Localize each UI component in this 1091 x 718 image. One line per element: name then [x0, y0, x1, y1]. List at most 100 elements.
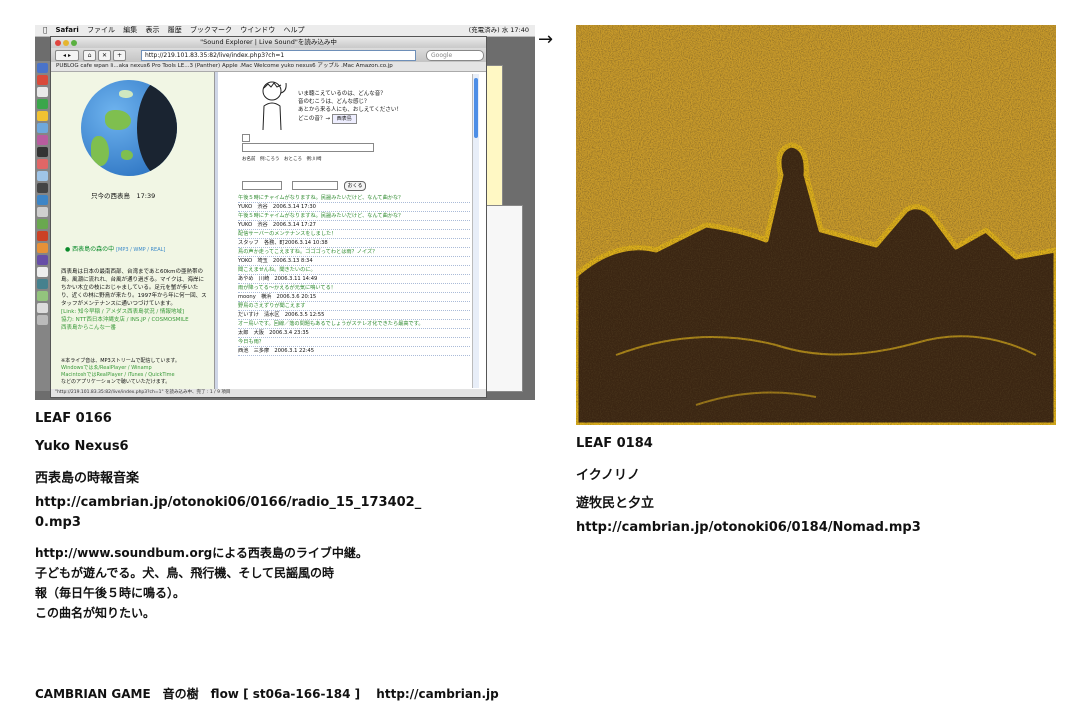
flow-arrow: → — [538, 29, 554, 50]
nomad-silhouette-image — [576, 25, 1056, 425]
stop-icon[interactable]: ✕ — [98, 50, 111, 61]
background-window — [481, 205, 523, 392]
right-leaf-url[interactable]: http://cambrian.jp/otonoki06/0184/Nomad.… — [576, 520, 921, 535]
dock-app-icon — [37, 279, 48, 289]
menu-help: ヘルプ — [279, 26, 304, 34]
comment-row: YOKO 埼玉 2006.3.13 8:34 — [238, 257, 470, 266]
dock-app-icon — [37, 267, 48, 277]
left-leaf-url[interactable]: http://cambrian.jp/otonoki06/0166/radio_… — [35, 495, 421, 510]
dock-app-icon — [37, 219, 48, 229]
send-button[interactable]: おくる — [344, 181, 366, 191]
comment-row: 今日も雨？ — [238, 338, 470, 347]
dock-app-icon — [37, 303, 48, 313]
google-search-field[interactable]: Google — [426, 50, 484, 61]
window-title: "Sound Explorer | Live Sound"を読み込み中 — [200, 38, 337, 46]
menubar-status: (充電済み) 水 17:40 — [468, 26, 529, 34]
comment-row: あやめ 川崎 2006.3.11 14:49 — [238, 275, 470, 284]
browser-toolbar: ◂ ▸ ⌂ ✕ + http://219.101.83.35:82/live/i… — [51, 48, 486, 62]
safari-screenshot:  Safari ファイル 編集 表示 履歴 ブックマーク ウインドウ ヘルプ … — [35, 25, 535, 400]
address-bar[interactable]: http://219.101.83.35:82/live/index.php3?… — [141, 50, 416, 61]
dock-app-icon — [37, 171, 48, 181]
comment-prompt: いま聴こえているのは、どんな音？ 音のむこうは、どんな感じ？ あとから来る人にも… — [298, 91, 402, 124]
comment-row: 配信サーバーのメンテナンスをしました！ — [238, 230, 470, 239]
menu-file: ファイル — [82, 26, 115, 34]
dock-app-icon — [37, 183, 48, 193]
comment-input[interactable] — [242, 143, 374, 152]
left-leaf-title: 西表島の時報音楽 — [35, 471, 140, 486]
comment-row: スタッフ 各務、町2006.3.14 10:38 — [238, 239, 470, 248]
dock-app-icon — [37, 123, 48, 133]
footer-credit: CAMBRIAN GAME 音の樹 flow [ st06a-166-184 ]… — [35, 687, 499, 701]
comment-row: 聞こえませんね。聞きたいのに。 — [238, 266, 470, 275]
dock-app-icon — [37, 99, 48, 109]
dock-app-icon — [37, 315, 48, 325]
island-description: 西表島は日本の最南西部、台湾まであと60kmの亜熱帯の島。風潮に流れれ、台風が通… — [61, 268, 209, 332]
right-panel: いま聴こえているのは、どんな音？ 音のむこうは、どんな感じ？ あとから来る人にも… — [218, 72, 480, 392]
dock-app-icon — [37, 291, 48, 301]
dock-app-icon — [37, 243, 48, 253]
dock-app-icon — [37, 255, 48, 265]
live-stream-link[interactable]: ● 西表島の森の中 [MP3 / WMP / REAL] — [65, 244, 165, 253]
dock — [35, 61, 50, 391]
dock-app-icon — [37, 195, 48, 205]
dock-app-icon — [37, 231, 48, 241]
left-leaf-url-continued[interactable]: 0.mp3 — [35, 515, 81, 530]
left-leaf-id: LEAF 0166 — [35, 411, 112, 426]
apple-icon:  — [43, 25, 47, 36]
bookmarks-bar[interactable]: PUBLOG cafe wpan li...aka nexus6 Pro Too… — [51, 62, 486, 72]
dock-app-icon — [37, 87, 48, 97]
safari-window: "Sound Explorer | Live Sound"を読み込み中 ◂ ▸ … — [50, 36, 487, 398]
stream-note: ※本ライブ音は、MP3ストリームで配信しています。 Windowsではゑ/Rea… — [61, 358, 180, 385]
comment-row: だいすけ 清水区 2006.3.5 12:55 — [238, 311, 470, 320]
listening-person-icon — [262, 81, 287, 131]
comment-row: 西池 三多摩 2006.3.1 22:45 — [238, 347, 470, 356]
comment-row: 午後５時にチャイムがなりますね。民謡みたいだけど、なんて曲かな？ — [238, 194, 470, 203]
right-leaf-id: LEAF 0184 — [576, 436, 653, 451]
zoom-icon[interactable] — [71, 40, 77, 46]
comment-checkbox[interactable] — [242, 134, 250, 142]
menu-history: 履歴 — [163, 26, 182, 34]
scrollbar[interactable] — [472, 74, 479, 388]
home-icon[interactable]: ⌂ — [83, 50, 96, 61]
dock-app-icon — [37, 135, 48, 145]
dock-app-icon — [37, 159, 48, 169]
name-input[interactable] — [242, 181, 282, 190]
dock-app-icon — [37, 63, 48, 73]
silhouette-artwork — [576, 25, 1056, 425]
comment-row: YUKO 渋谷 2006.3.14 17:30 — [238, 203, 470, 212]
page-content: 只今の西表島 17:39 ● 西表島の森の中 [MP3 / WMP / REAL… — [51, 72, 486, 392]
dock-app-icon — [37, 147, 48, 157]
credit-line[interactable]: 協力: NTT西日本沖縄支店 / INS.JP / COSMOSMILE — [61, 316, 209, 324]
left-panel: 只今の西表島 17:39 ● 西表島の森の中 [MP3 / WMP / REAL… — [51, 72, 214, 392]
form-labels: お名前 例:ころう おところ 例:川崎 — [242, 157, 322, 162]
stream-format-links[interactable]: [MP3 / WMP / REAL] — [116, 247, 165, 253]
comment-row: YUKO 渋谷 2006.3.14 17:27 — [238, 221, 470, 230]
contact-link[interactable]: 西表島からこんな一番 — [61, 324, 209, 332]
local-time-label: 只今の西表島 17:39 — [91, 192, 156, 200]
comment-row: 鳥の声か走ってこえますね。ゴゴゴってわとは雨？ノイズ？ — [238, 248, 470, 257]
comment-row: オー鳥いです。回線／落の問題もあるでしょうがステレオ化できたら最高です。 — [238, 320, 470, 329]
dock-app-icon — [37, 75, 48, 85]
right-leaf-title: 遊牧民と夕立 — [576, 496, 655, 511]
menu-window: ウインドウ — [236, 26, 275, 34]
comment-row: 雨が降ってる～かえるが元気に鳴いてる！ — [238, 284, 470, 293]
close-icon[interactable] — [55, 40, 61, 46]
comment-row: 午後５時にチャイムがなりますね。民謡みたいだけど、なんて曲かな？ — [238, 212, 470, 221]
place-input[interactable] — [292, 181, 338, 190]
left-leaf-description: http://www.soundbum.orgによる西表島のライブ中継。 子ども… — [35, 546, 368, 620]
left-leaf-author: Yuko Nexus6 — [35, 439, 129, 454]
place-select[interactable]: 西表島 — [331, 114, 357, 124]
link-line[interactable]: [Link: 知今早稲 / アメダス西表島状況 / 情報地域] — [61, 308, 209, 316]
live-stream-label: 西表島の森の中 — [72, 246, 115, 253]
comment-row: 野鳥のさえずりが聞こえます — [238, 302, 470, 311]
menu-edit: 編集 — [119, 26, 137, 34]
right-leaf-author: イクノリノ — [576, 468, 640, 483]
back-forward-button[interactable]: ◂ ▸ — [55, 50, 79, 61]
comment-row: 太郎 大阪 2006.3.4 23:35 — [238, 329, 470, 338]
status-bar: "http://219.101.83.35:82/live/index.php3… — [51, 389, 486, 397]
add-bookmark-icon[interactable]: + — [113, 50, 126, 61]
comment-list: 午後５時にチャイムがなりますね。民謡みたいだけど、なんて曲かな？ YUKO 渋谷 … — [238, 194, 470, 356]
menu-app-name: Safari — [51, 26, 78, 34]
minimize-icon[interactable] — [63, 40, 69, 46]
dock-app-icon — [37, 111, 48, 121]
